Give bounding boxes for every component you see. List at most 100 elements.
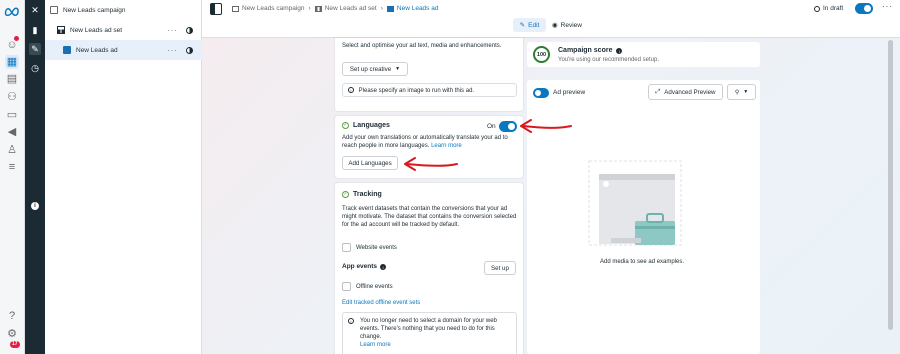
add-languages-button[interactable]: Add Languages — [342, 156, 398, 170]
info-icon: i — [348, 87, 354, 94]
offline-events-checkbox[interactable] — [342, 282, 351, 291]
tab-label: Edit — [528, 21, 540, 29]
campaign-tree: New Leads campaign New Leads ad set ··· … — [45, 0, 202, 354]
edit-offline-events-link[interactable]: Edit tracked offline event sets — [342, 299, 420, 307]
pages-icon[interactable]: ▤ — [5, 72, 19, 86]
audience-icon[interactable]: ⚇ — [5, 90, 19, 104]
info-icon[interactable]: i — [616, 47, 623, 54]
tracking-title: Tracking — [353, 191, 382, 198]
advanced-preview-button[interactable]: ⤢ Advanced Preview — [648, 84, 723, 100]
empty-preview-illustration — [588, 160, 682, 246]
eye-icon: ◉ — [552, 22, 558, 29]
learn-more-link[interactable]: Learn more — [360, 342, 391, 348]
more-options-icon[interactable]: ··· — [167, 26, 178, 35]
score-header: Campaign score i — [558, 47, 623, 54]
grid-icon — [57, 26, 65, 34]
chevron-right-icon: › — [380, 5, 383, 12]
people-icon[interactable]: ♙ — [5, 143, 19, 157]
tree-item-adset[interactable]: New Leads ad set ··· — [45, 20, 202, 40]
ad-preview-toggle[interactable] — [533, 88, 549, 98]
info-icon[interactable]: i — [31, 202, 39, 210]
tab-review[interactable]: ◉ Review — [552, 18, 582, 32]
breadcrumb-label: New Leads ad set — [324, 5, 377, 12]
empty-preview-text: Add media to see ad examples. — [600, 259, 685, 265]
draft-circle-icon — [814, 5, 820, 12]
annotation-arrow-toggle — [520, 119, 572, 133]
dropdown-label: Set up creative — [349, 65, 392, 73]
panel-toggle-icon[interactable] — [210, 3, 222, 15]
history-icon[interactable]: ◷ — [29, 62, 41, 74]
set-up-creative-dropdown[interactable]: Set up creative ▼ — [342, 62, 408, 76]
info-icon: i — [348, 318, 354, 324]
breadcrumb-label: New Leads ad — [396, 5, 439, 12]
website-events-checkbox[interactable] — [342, 243, 351, 252]
breadcrumb-label: New Leads campaign — [242, 5, 305, 12]
half-circle-icon[interactable] — [186, 26, 193, 34]
languages-header: ✓ Languages — [342, 122, 390, 129]
draft-status: In draft — [814, 5, 843, 12]
tree-item-campaign[interactable]: New Leads campaign — [45, 0, 202, 20]
folder-icon — [232, 5, 239, 12]
top-bar: New Leads campaign › New Leads ad set › … — [202, 0, 900, 38]
ad-icon — [386, 5, 394, 12]
app-events-header: App events i — [342, 263, 387, 270]
billing-icon[interactable]: ▭ — [5, 108, 19, 122]
more-options-icon[interactable]: ··· — [167, 46, 178, 55]
check-circle-icon: ✓ — [342, 122, 349, 129]
tracking-description: Track event datasets that contain the co… — [342, 206, 517, 228]
score-title: Campaign score — [558, 47, 613, 54]
global-nav-rail: ☺ ▦ ▤ ⚇ ▭ ◀ ♙ ≡ ? ⚙ 17 — [0, 0, 25, 354]
button-label: Advanced Preview — [664, 88, 716, 96]
editor-tool-strip: ✕ ▮ ✎ ◷ i — [25, 0, 45, 354]
breadcrumb-campaign[interactable]: New Leads campaign — [232, 5, 305, 12]
edit-pencil-icon[interactable]: ✎ — [29, 43, 41, 55]
domain-notice: i You no longer need to select a domain … — [342, 312, 517, 354]
share-preview-dropdown[interactable]: ⚲ ▼ — [727, 84, 756, 100]
chart-icon[interactable]: ▮ — [29, 24, 41, 36]
notice-text: You no longer need to select a domain fo… — [360, 318, 497, 340]
creative-card: Select and optimise your ad text, media … — [335, 38, 523, 111]
info-icon[interactable]: i — [380, 263, 387, 270]
tab-edit[interactable]: ✎ Edit — [513, 18, 546, 32]
languages-title: Languages — [353, 122, 390, 129]
megaphone-icon[interactable]: ◀ — [5, 125, 19, 139]
tracking-header: ✓ Tracking — [342, 191, 382, 198]
close-icon[interactable]: ✕ — [29, 4, 41, 16]
meta-logo[interactable] — [4, 6, 21, 16]
tree-item-ad[interactable]: New Leads ad ··· — [45, 40, 202, 60]
learn-more-link[interactable]: Learn more — [431, 143, 462, 149]
pin-icon: ⚲ — [734, 89, 740, 96]
more-options-icon[interactable]: ··· — [882, 2, 893, 11]
menu-icon[interactable]: ≡ — [5, 160, 19, 174]
ad-preview-label: Ad preview — [553, 89, 586, 96]
languages-toggle-label: On — [487, 123, 496, 130]
settings-icon[interactable]: ⚙ — [5, 327, 19, 341]
publish-toggle[interactable] — [855, 3, 873, 14]
folder-icon — [50, 6, 58, 14]
check-circle-icon: ✓ — [342, 191, 349, 198]
tracking-card: ✓ Tracking Track event datasets that con… — [335, 183, 523, 354]
notification-dot — [14, 36, 19, 41]
tab-label: Review — [560, 21, 582, 29]
campaign-score-card: 100 Campaign score i You're using our re… — [527, 42, 760, 67]
ad-icon — [63, 46, 71, 54]
expand-icon: ⤢ — [655, 88, 661, 95]
set-up-app-events-button[interactable]: Set up — [484, 261, 516, 275]
grid-icon[interactable]: ▦ — [5, 55, 19, 69]
description-text: Add your own translations or automatical… — [342, 135, 508, 149]
offline-events-label: Offline events — [356, 284, 393, 290]
scrollbar[interactable] — [888, 40, 893, 330]
notification-badge: 17 — [10, 341, 20, 348]
app-events-title: App events — [342, 263, 378, 270]
grid-icon — [314, 5, 322, 12]
annotation-arrow-add-languages — [404, 157, 458, 171]
breadcrumb-ad[interactable]: New Leads ad — [386, 5, 439, 12]
breadcrumb-adset[interactable]: New Leads ad set — [314, 5, 377, 12]
website-events-label: Website events — [356, 245, 397, 251]
notice-text: Please specify an image to run with this… — [358, 88, 475, 94]
caret-down-icon: ▼ — [395, 66, 401, 72]
help-icon[interactable]: ? — [5, 309, 19, 323]
button-label: Add Languages — [348, 159, 392, 167]
half-circle-icon[interactable] — [186, 46, 193, 54]
pencil-icon: ✎ — [519, 22, 526, 29]
